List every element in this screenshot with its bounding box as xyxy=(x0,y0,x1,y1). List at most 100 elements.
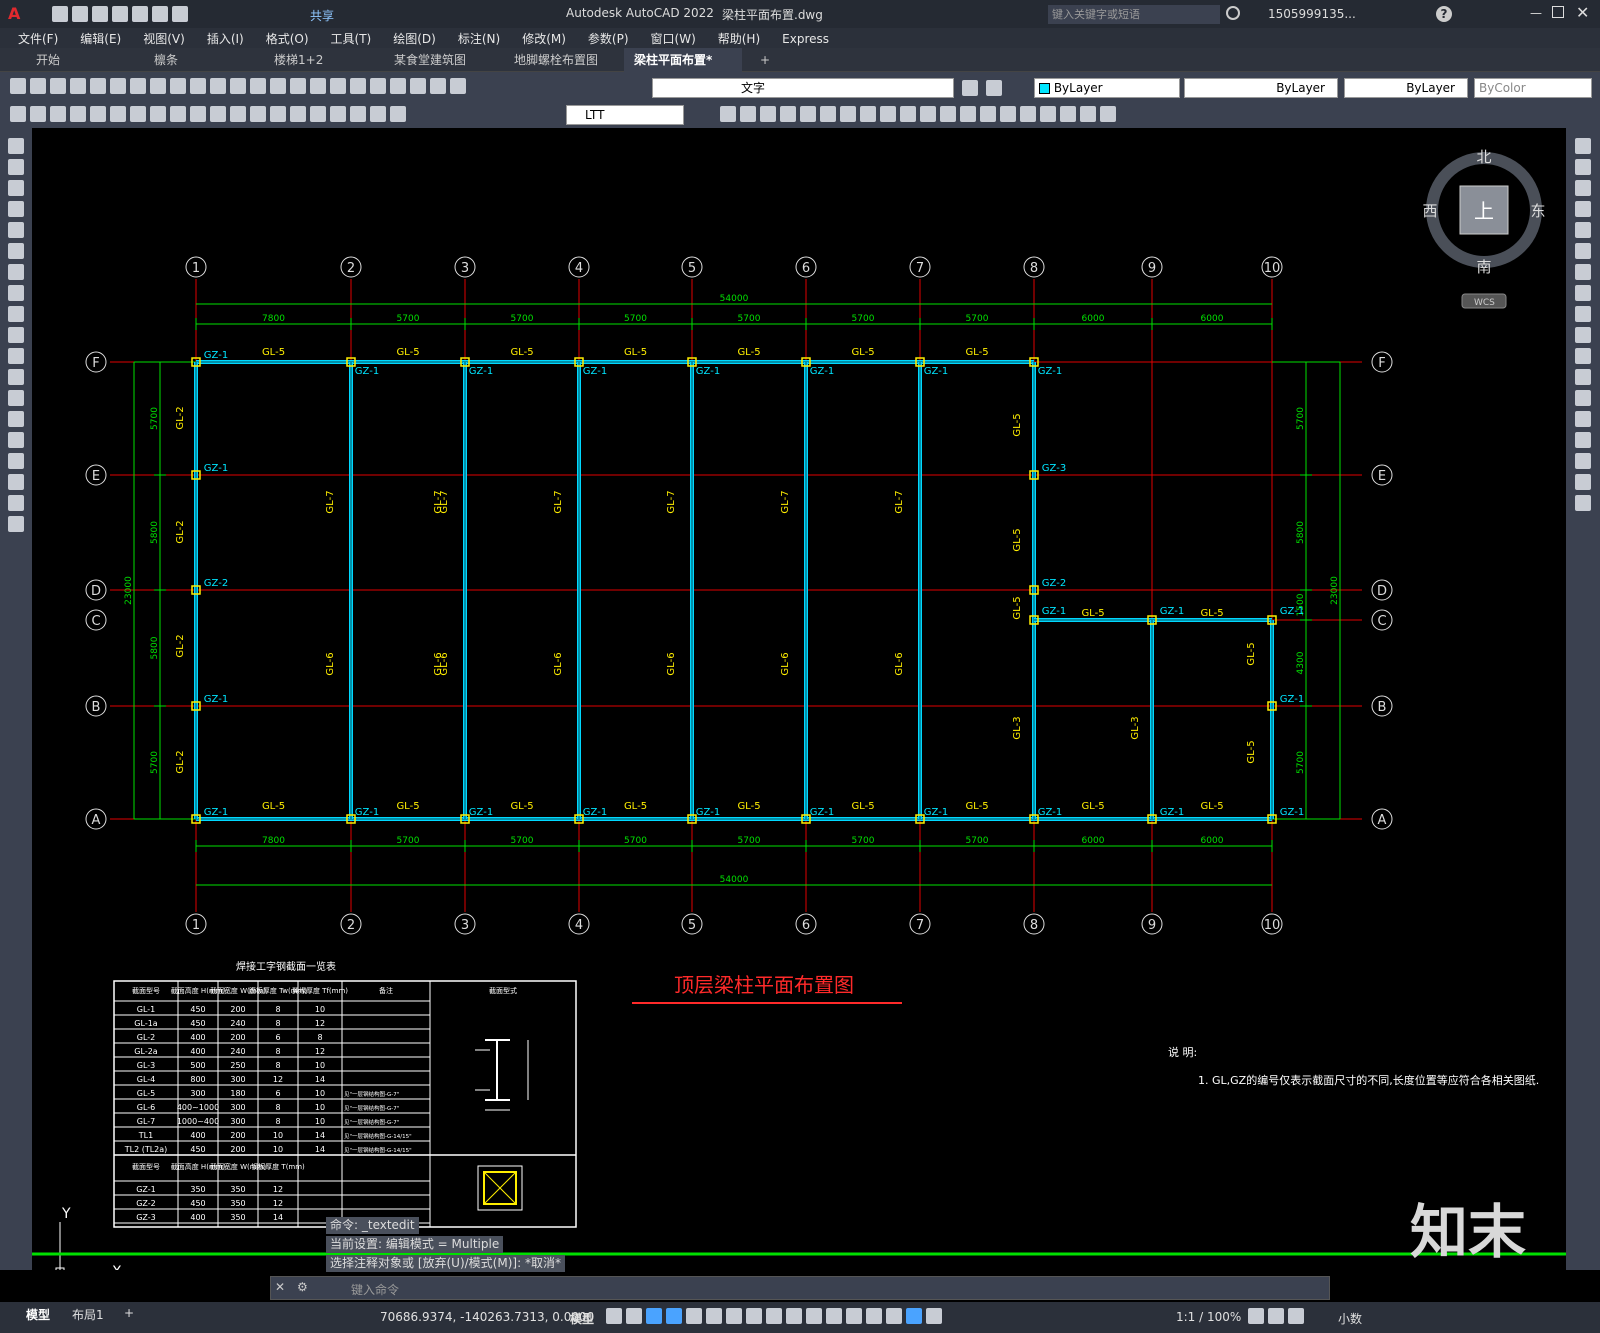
menu-item[interactable]: 文件(F) xyxy=(18,30,58,47)
wcs-menu[interactable]: WCS xyxy=(1474,298,1495,308)
tab-beam-column[interactable]: 梁柱平面布置* xyxy=(624,48,742,72)
inspection-icon[interactable] xyxy=(310,106,326,122)
lineweight-dropdown[interactable]: ByLayer xyxy=(1344,78,1468,98)
annotation-scale[interactable]: 1:1 / 100% xyxy=(1176,1310,1241,1324)
mtext-icon[interactable] xyxy=(8,495,24,511)
join-icon[interactable] xyxy=(1575,411,1591,427)
array-icon[interactable] xyxy=(900,106,916,122)
array-icon[interactable] xyxy=(1575,222,1591,238)
stretch-icon[interactable] xyxy=(1575,306,1591,322)
dim-jogged-icon[interactable] xyxy=(110,106,126,122)
menu-item[interactable]: 参数(P) xyxy=(588,30,629,47)
dim-arc-icon[interactable] xyxy=(50,106,66,122)
tab-canteen[interactable]: 某食堂建筑图 xyxy=(384,48,502,72)
join-icon[interactable] xyxy=(980,106,996,122)
dim-text-edit-icon[interactable] xyxy=(370,106,386,122)
tab-anchor-bolt[interactable]: 地脚螺栓布置图 xyxy=(504,48,622,72)
redo-icon[interactable] xyxy=(230,78,246,94)
menu-item[interactable]: 编辑(E) xyxy=(80,30,121,47)
open-icon[interactable] xyxy=(72,6,88,22)
command-input[interactable]: 键入命令 xyxy=(351,1281,399,1298)
tool-palette-icon[interactable] xyxy=(350,78,366,94)
menu-item[interactable]: 修改(M) xyxy=(522,30,566,47)
saveas-icon[interactable] xyxy=(112,6,128,22)
insert-icon[interactable] xyxy=(1060,106,1076,122)
layer-dropdown[interactable]: 文字 xyxy=(652,78,954,98)
menu-item[interactable]: 标注(N) xyxy=(458,30,500,47)
table-icon[interactable] xyxy=(8,474,24,490)
units-value[interactable]: 小数 xyxy=(1338,1310,1362,1327)
line-icon[interactable] xyxy=(8,138,24,154)
quick-access-toolbar[interactable] xyxy=(50,6,190,22)
stretch-icon[interactable] xyxy=(820,106,836,122)
erase-icon[interactable] xyxy=(1575,138,1591,154)
dim-baseline-icon[interactable] xyxy=(190,106,206,122)
new-icon[interactable] xyxy=(10,78,26,94)
ltt-dropdown[interactable]: LTT xyxy=(566,105,684,125)
hatch-icon[interactable] xyxy=(1080,106,1096,122)
search-icon[interactable] xyxy=(1226,6,1240,20)
chamfer-icon[interactable] xyxy=(1575,432,1591,448)
selection-filter-icon[interactable] xyxy=(866,1308,882,1324)
layer-previous-icon[interactable] xyxy=(962,80,978,96)
arc-icon[interactable] xyxy=(8,222,24,238)
menu-item[interactable]: Express xyxy=(782,32,829,46)
menu-item[interactable]: 格式(O) xyxy=(266,30,309,47)
mirror-icon[interactable] xyxy=(1575,180,1591,196)
dim-aligned-icon[interactable] xyxy=(30,106,46,122)
units-icon[interactable] xyxy=(1288,1308,1304,1324)
pan-icon[interactable] xyxy=(250,78,266,94)
dim-space-icon[interactable] xyxy=(230,106,246,122)
dim-angular-icon[interactable] xyxy=(150,106,166,122)
block-icon[interactable] xyxy=(1040,106,1056,122)
polar-icon[interactable] xyxy=(686,1308,702,1324)
dim-ordinate-icon[interactable] xyxy=(70,106,86,122)
isodraft-icon[interactable] xyxy=(706,1308,722,1324)
polyline-icon[interactable] xyxy=(8,159,24,175)
undo-icon[interactable] xyxy=(152,6,168,22)
add-layout-button[interactable]: + xyxy=(124,1306,134,1320)
share-button[interactable]: 共享 xyxy=(310,7,334,24)
scale-icon[interactable] xyxy=(1575,285,1591,301)
model-tab[interactable]: 模型 xyxy=(26,1306,50,1323)
annotation-visibility-icon[interactable] xyxy=(906,1308,922,1324)
explode-icon[interactable] xyxy=(1575,495,1591,511)
break-point-icon[interactable] xyxy=(1575,369,1591,385)
viewcube-top[interactable]: 上 xyxy=(1474,199,1494,223)
explode-icon[interactable] xyxy=(960,106,976,122)
workspace-gear-icon[interactable] xyxy=(1248,1308,1264,1324)
copy-icon[interactable] xyxy=(740,106,756,122)
otrack-icon[interactable] xyxy=(726,1308,742,1324)
sheet-set-icon[interactable] xyxy=(370,78,386,94)
offset-icon[interactable] xyxy=(1575,201,1591,217)
selection-cycling-icon[interactable] xyxy=(806,1308,822,1324)
undo-icon[interactable] xyxy=(210,78,226,94)
region-icon[interactable] xyxy=(8,453,24,469)
save-icon[interactable] xyxy=(92,6,108,22)
dim-update-icon[interactable] xyxy=(390,106,406,122)
jogged-linear-icon[interactable] xyxy=(330,106,346,122)
menu-item[interactable]: 绘图(D) xyxy=(393,30,436,47)
dim-linear-icon[interactable] xyxy=(10,106,26,122)
dim-edit-icon[interactable] xyxy=(350,106,366,122)
color-dropdown[interactable]: ByLayer xyxy=(1034,78,1180,98)
dim-continue-icon[interactable] xyxy=(210,106,226,122)
close-icon[interactable]: ✕ xyxy=(1576,3,1589,22)
tolerance-icon[interactable] xyxy=(270,106,286,122)
auto-scale-icon[interactable] xyxy=(926,1308,942,1324)
search-input[interactable]: 键入关键字或短语 xyxy=(1048,5,1220,24)
layer-manager-icon[interactable] xyxy=(450,78,466,94)
extend-icon[interactable] xyxy=(1575,348,1591,364)
tab-start[interactable]: 开始 xyxy=(26,48,144,72)
open-icon[interactable] xyxy=(30,78,46,94)
autocad-logo-icon[interactable]: A xyxy=(8,4,20,23)
offset-icon[interactable] xyxy=(880,106,896,122)
dim-radius-icon[interactable] xyxy=(90,106,106,122)
tab-purlin[interactable]: 檩条 xyxy=(144,48,262,72)
menu-item[interactable]: 窗口(W) xyxy=(651,30,696,47)
circle-icon[interactable] xyxy=(8,243,24,259)
make-block-icon[interactable] xyxy=(8,369,24,385)
ellipse-arc-icon[interactable] xyxy=(8,327,24,343)
new-icon[interactable] xyxy=(52,6,68,22)
move-icon[interactable] xyxy=(1575,243,1591,259)
